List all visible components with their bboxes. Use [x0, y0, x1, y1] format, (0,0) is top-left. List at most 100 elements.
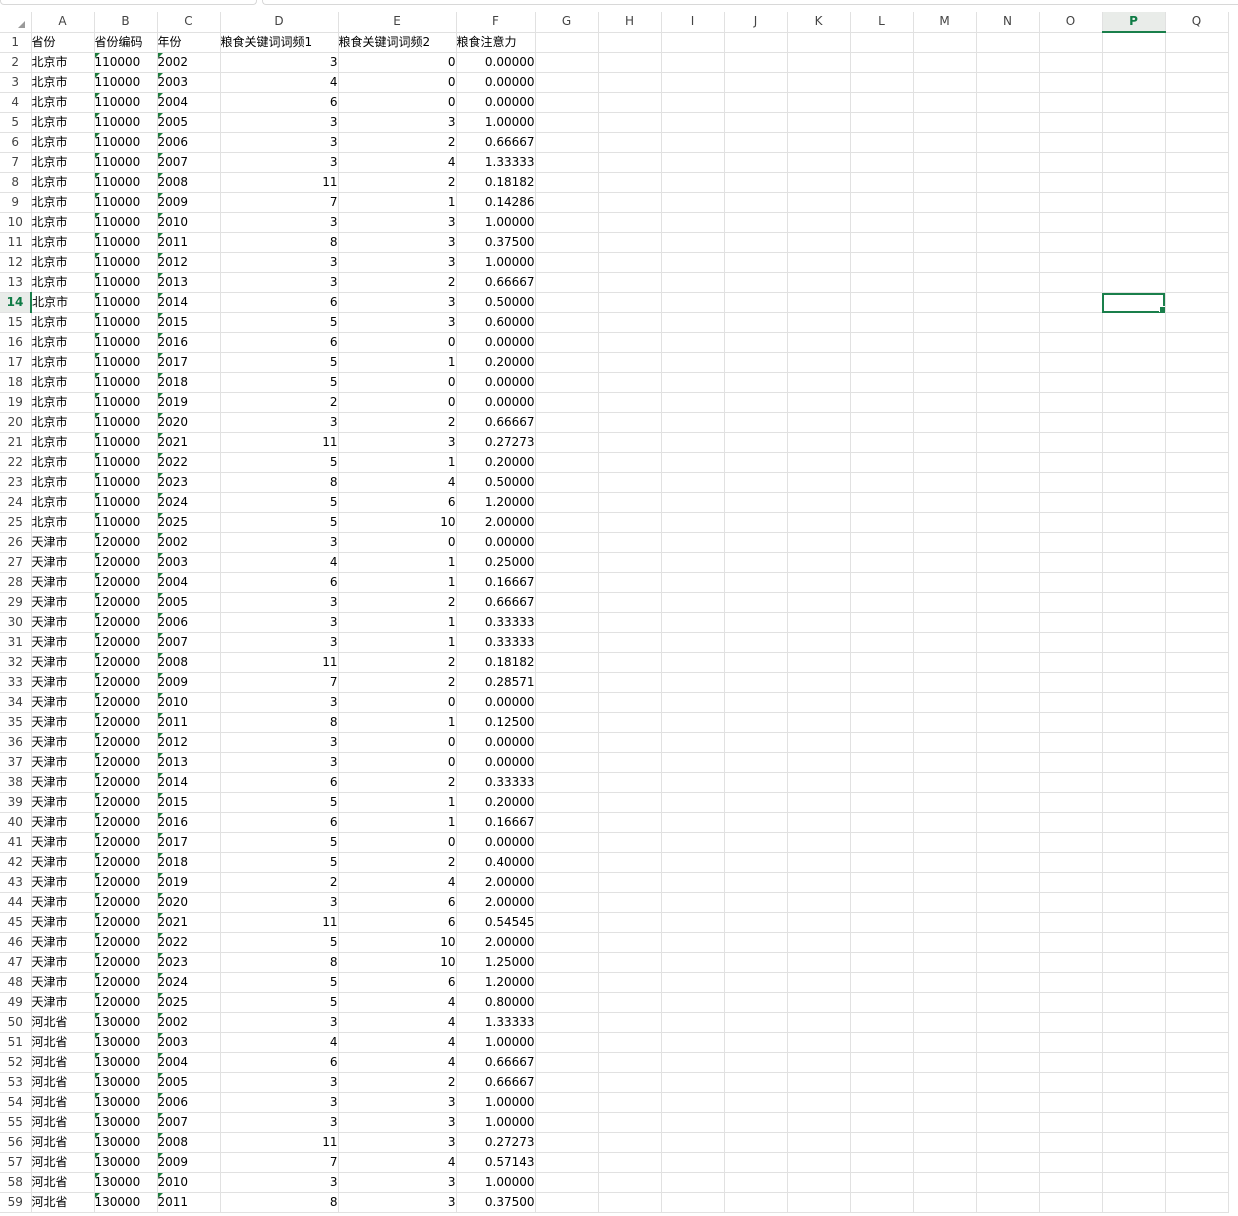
cell-b3[interactable]: 110000 [94, 72, 158, 93]
cell-e34[interactable]: 0 [338, 692, 457, 713]
cell-i51[interactable] [661, 1032, 725, 1053]
cell-b29[interactable]: 120000 [94, 592, 158, 613]
cell-j52[interactable] [724, 1052, 788, 1073]
cell-n17[interactable] [976, 352, 1040, 373]
cell-m51[interactable] [913, 1032, 977, 1053]
cell-c19[interactable]: 2019 [157, 392, 221, 413]
cell-f17[interactable]: 0.20000 [456, 352, 536, 373]
cell-m3[interactable] [913, 72, 977, 93]
cell-n6[interactable] [976, 132, 1040, 153]
cell-f54[interactable]: 1.00000 [456, 1092, 536, 1113]
cell-l55[interactable] [850, 1112, 914, 1133]
cell-c28[interactable]: 2004 [157, 572, 221, 593]
cell-m20[interactable] [913, 412, 977, 433]
cell-h10[interactable] [598, 212, 662, 233]
row-header[interactable]: 55 [0, 1112, 32, 1133]
cell-m56[interactable] [913, 1132, 977, 1153]
cell-m31[interactable] [913, 632, 977, 653]
cell-g51[interactable] [535, 1032, 599, 1053]
cell-f2[interactable]: 0.00000 [456, 52, 536, 73]
cell-k24[interactable] [787, 492, 851, 513]
cell-g37[interactable] [535, 752, 599, 773]
cell-h7[interactable] [598, 152, 662, 173]
cell-f1[interactable]: 粮食注意力 [456, 32, 536, 53]
cell-j48[interactable] [724, 972, 788, 993]
cell-n21[interactable] [976, 432, 1040, 453]
cell-o34[interactable] [1039, 692, 1103, 713]
cell-d34[interactable]: 3 [220, 692, 339, 713]
cell-i24[interactable] [661, 492, 725, 513]
cell-a32[interactable]: 天津市 [31, 652, 95, 673]
cell-o7[interactable] [1039, 152, 1103, 173]
cell-b11[interactable]: 110000 [94, 232, 158, 253]
cell-o45[interactable] [1039, 912, 1103, 933]
cell-g59[interactable] [535, 1192, 599, 1213]
cell-e31[interactable]: 1 [338, 632, 457, 653]
cell-n7[interactable] [976, 152, 1040, 173]
cell-d20[interactable]: 3 [220, 412, 339, 433]
cell-g12[interactable] [535, 252, 599, 273]
cell-h22[interactable] [598, 452, 662, 473]
cell-a22[interactable]: 北京市 [31, 452, 95, 473]
cell-n57[interactable] [976, 1152, 1040, 1173]
cell-a2[interactable]: 北京市 [31, 52, 95, 73]
row-header[interactable]: 15 [0, 312, 32, 333]
cell-g56[interactable] [535, 1132, 599, 1153]
cell-p12[interactable] [1102, 252, 1166, 273]
cell-d25[interactable]: 5 [220, 512, 339, 533]
cell-l9[interactable] [850, 192, 914, 213]
cell-d13[interactable]: 3 [220, 272, 339, 293]
row-header[interactable]: 46 [0, 932, 32, 953]
cell-p3[interactable] [1102, 72, 1166, 93]
cell-j25[interactable] [724, 512, 788, 533]
cell-o59[interactable] [1039, 1192, 1103, 1213]
cell-a4[interactable]: 北京市 [31, 92, 95, 113]
cell-j6[interactable] [724, 132, 788, 153]
cell-c27[interactable]: 2003 [157, 552, 221, 573]
cell-f6[interactable]: 0.66667 [456, 132, 536, 153]
row-header[interactable]: 45 [0, 912, 32, 933]
cell-a16[interactable]: 北京市 [31, 332, 95, 353]
cell-p6[interactable] [1102, 132, 1166, 153]
cell-i45[interactable] [661, 912, 725, 933]
row-header[interactable]: 18 [0, 372, 32, 393]
cell-h40[interactable] [598, 812, 662, 833]
cell-i9[interactable] [661, 192, 725, 213]
cell-g27[interactable] [535, 552, 599, 573]
cell-b30[interactable]: 120000 [94, 612, 158, 633]
cell-e26[interactable]: 0 [338, 532, 457, 553]
cell-i7[interactable] [661, 152, 725, 173]
cell-i10[interactable] [661, 212, 725, 233]
cell-b37[interactable]: 120000 [94, 752, 158, 773]
cell-g20[interactable] [535, 412, 599, 433]
cell-q13[interactable] [1165, 272, 1229, 293]
cell-a36[interactable]: 天津市 [31, 732, 95, 753]
cell-d58[interactable]: 3 [220, 1172, 339, 1193]
cell-q40[interactable] [1165, 812, 1229, 833]
cell-b47[interactable]: 120000 [94, 952, 158, 973]
cell-l7[interactable] [850, 152, 914, 173]
cell-b42[interactable]: 120000 [94, 852, 158, 873]
column-header-h[interactable]: H [598, 12, 662, 33]
cell-m23[interactable] [913, 472, 977, 493]
row-header[interactable]: 36 [0, 732, 32, 753]
cell-k13[interactable] [787, 272, 851, 293]
cell-m35[interactable] [913, 712, 977, 733]
cell-c37[interactable]: 2013 [157, 752, 221, 773]
row-header[interactable]: 6 [0, 132, 32, 153]
cell-m26[interactable] [913, 532, 977, 553]
cell-p51[interactable] [1102, 1032, 1166, 1053]
cell-l30[interactable] [850, 612, 914, 633]
cell-p7[interactable] [1102, 152, 1166, 173]
cell-q21[interactable] [1165, 432, 1229, 453]
cell-d38[interactable]: 6 [220, 772, 339, 793]
row-header[interactable]: 37 [0, 752, 32, 773]
cell-c31[interactable]: 2007 [157, 632, 221, 653]
cell-m2[interactable] [913, 52, 977, 73]
cell-o12[interactable] [1039, 252, 1103, 273]
cell-j46[interactable] [724, 932, 788, 953]
cell-j19[interactable] [724, 392, 788, 413]
cell-i56[interactable] [661, 1132, 725, 1153]
cell-a15[interactable]: 北京市 [31, 312, 95, 333]
cell-e16[interactable]: 0 [338, 332, 457, 353]
